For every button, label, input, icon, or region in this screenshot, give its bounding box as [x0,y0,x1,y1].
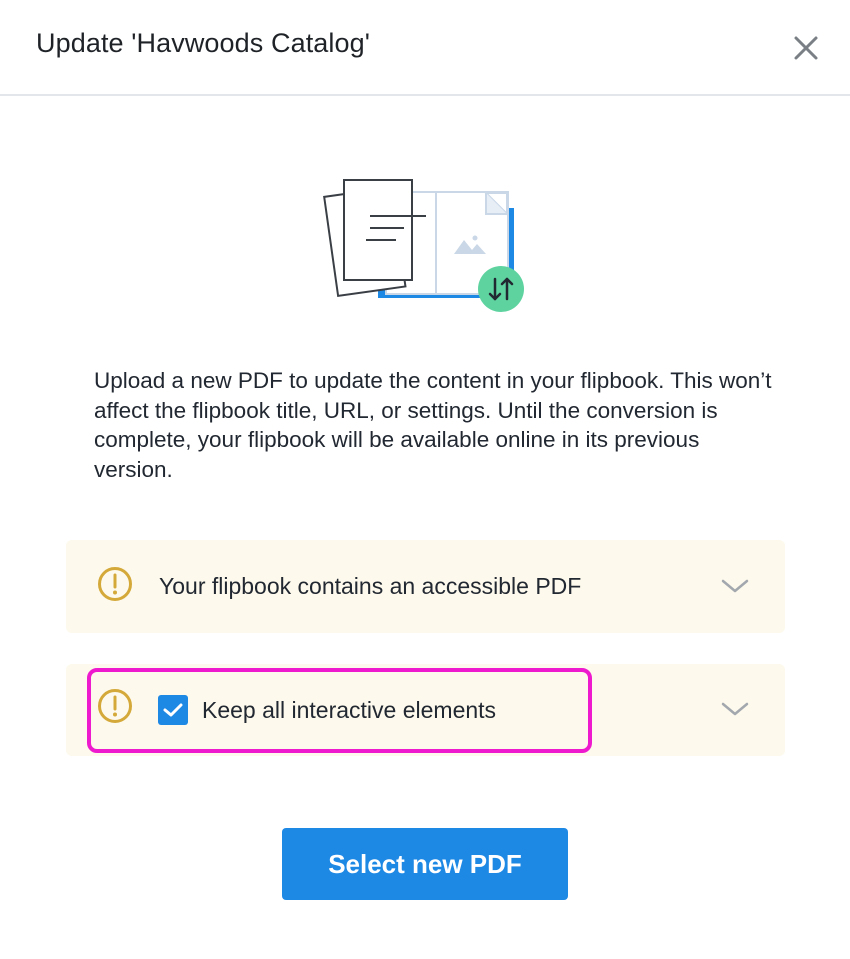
keep-interactive-elements-checkbox-row[interactable]: Keep all interactive elements [158,695,496,725]
interactive-elements-notice: Keep all interactive elements [66,664,785,756]
dialog-header: Update 'Havwoods Catalog' [0,0,850,96]
close-button[interactable] [788,30,824,66]
checkmark-icon [163,703,183,717]
chevron-down-icon[interactable] [720,576,750,596]
accessible-pdf-notice[interactable]: Your flipbook contains an accessible PDF [66,540,785,633]
warning-icon [98,689,132,723]
swap-vertical-arrows-icon [478,266,524,312]
keep-interactive-elements-checkbox[interactable] [158,695,188,725]
dialog-description: Upload a new PDF to update the content i… [94,368,772,483]
close-icon [794,36,818,60]
keep-interactive-elements-label[interactable]: Keep all interactive elements [202,697,496,724]
warning-icon [98,567,132,601]
select-new-pdf-button[interactable]: Select new PDF [282,828,568,900]
accessible-pdf-notice-text: Your flipbook contains an accessible PDF [159,573,582,599]
dialog-title: Update 'Havwoods Catalog' [36,28,371,58]
update-pdf-dialog: Update 'Havwoods Catalog' Upload a new P… [0,0,850,959]
pdf-update-illustration [318,172,530,318]
chevron-down-icon[interactable] [720,699,750,719]
